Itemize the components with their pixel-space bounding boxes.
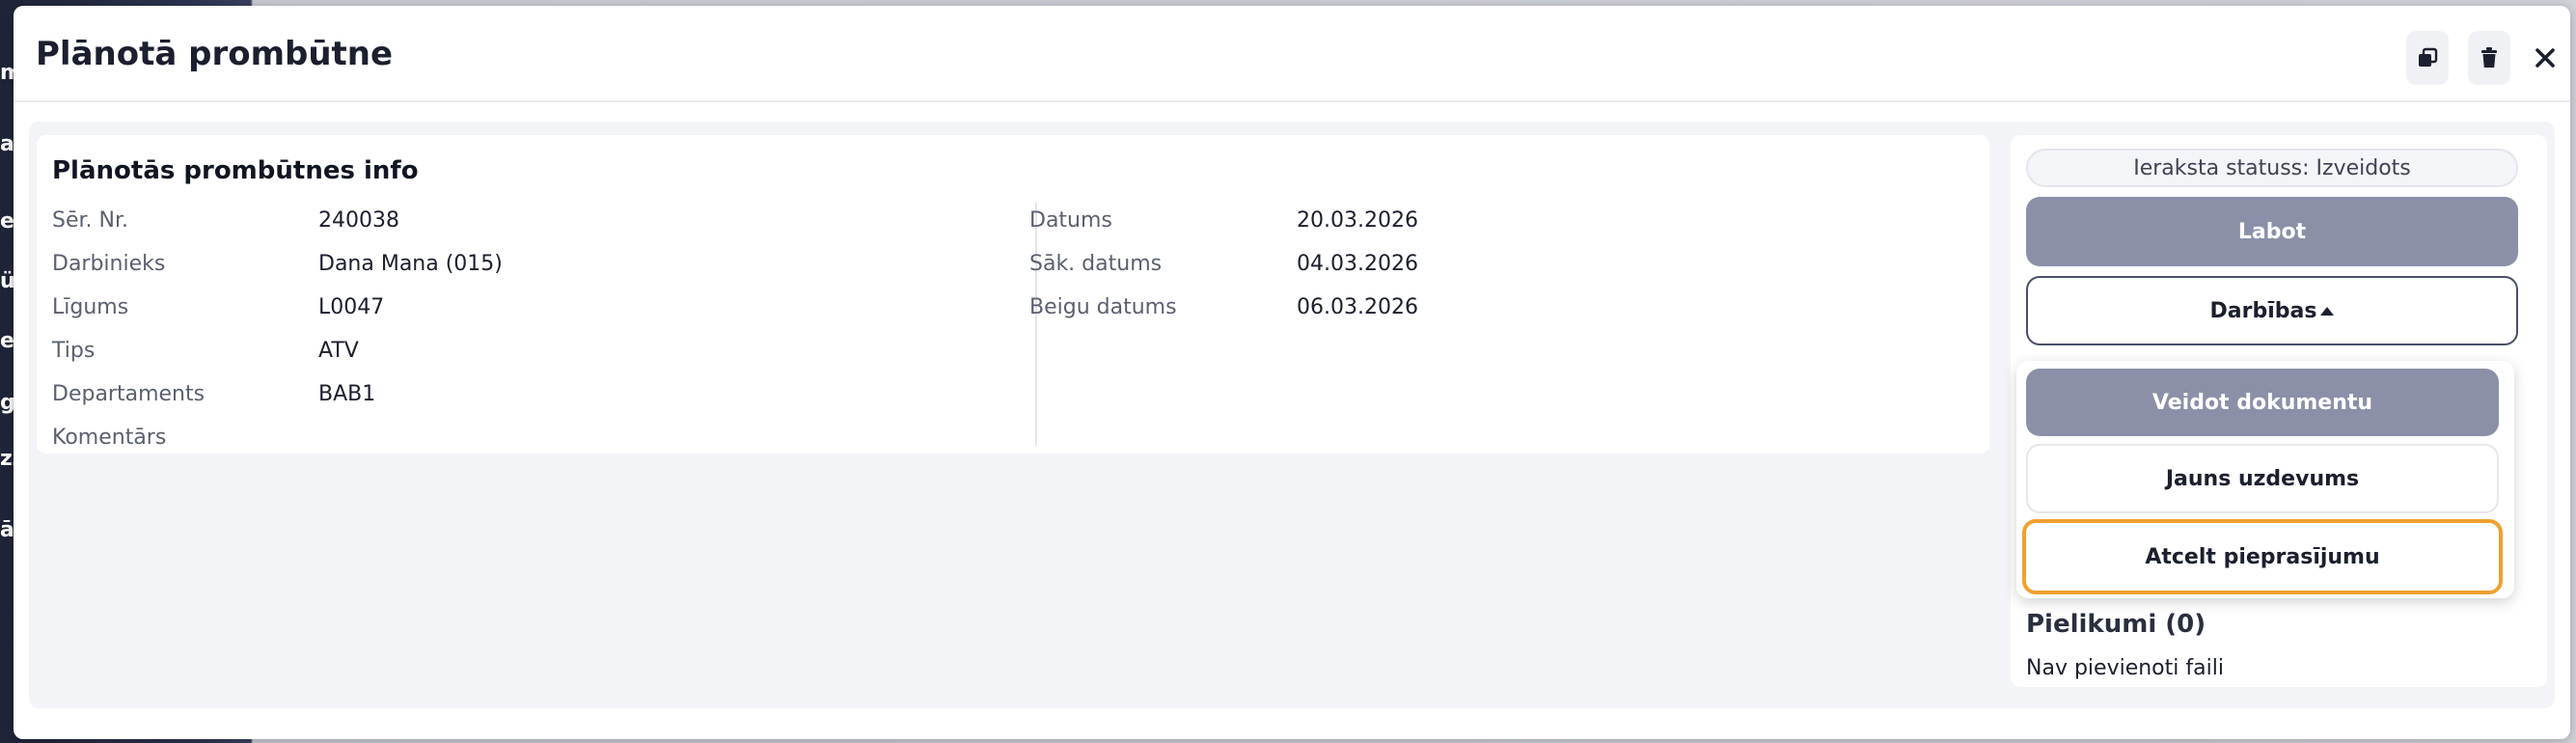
attachments-title: Pielikumi (0) bbox=[2026, 610, 2206, 639]
field-value: 04.03.2026 bbox=[1297, 252, 1418, 276]
field-value: Dana Mana (015) bbox=[318, 252, 503, 276]
close-icon bbox=[2535, 48, 2555, 68]
field-value: 20.03.2026 bbox=[1297, 208, 1418, 233]
delete-button[interactable] bbox=[2468, 31, 2510, 85]
close-button[interactable] bbox=[2524, 31, 2566, 85]
menu-item-cancel-request[interactable]: Atcelt pieprasījumu bbox=[2022, 519, 2503, 594]
menu-item-create-document[interactable]: Veidot dokumentu bbox=[2026, 369, 2499, 436]
absence-info-card: Plānotās prombūtnes info Sēr. Nr. 240038… bbox=[37, 135, 1989, 454]
edit-button[interactable]: Labot bbox=[2026, 197, 2518, 266]
field-label: Tips bbox=[52, 339, 96, 363]
trash-icon bbox=[2481, 47, 2497, 68]
field-label: Sēr. Nr. bbox=[52, 208, 128, 233]
actions-menu: Veidot dokumentu Jauns uzdevums Atcelt p… bbox=[2016, 361, 2514, 598]
field-value: ATV bbox=[318, 339, 359, 363]
field-label: Darbinieks bbox=[52, 252, 166, 276]
field-label: Beigu datums bbox=[1029, 295, 1177, 319]
field-value: 240038 bbox=[318, 208, 399, 233]
status-badge: Ieraksta statuss: Izveidots bbox=[2026, 149, 2518, 187]
modal-header: Plānotā prombūtne bbox=[14, 6, 2570, 102]
field-label: Datums bbox=[1029, 208, 1112, 233]
attachments-empty-text: Nav pievienoti faili bbox=[2026, 656, 2224, 680]
actions-dropdown-button[interactable]: Darbības bbox=[2026, 276, 2518, 345]
caret-up-icon bbox=[2320, 306, 2335, 316]
field-value: 06.03.2026 bbox=[1297, 295, 1418, 319]
column-divider bbox=[1035, 203, 1037, 446]
field-value: L0047 bbox=[318, 295, 385, 319]
menu-item-new-task[interactable]: Jauns uzdevums bbox=[2026, 444, 2499, 513]
field-label: Sāk. datums bbox=[1029, 252, 1163, 276]
copy-icon bbox=[2419, 47, 2438, 67]
section-title: Plānotās prombūtnes info bbox=[52, 156, 419, 185]
planned-absence-modal: Plānotā prombūtne Plānotās prombūtnes in… bbox=[14, 6, 2570, 739]
field-value: BAB1 bbox=[318, 382, 376, 406]
field-label: Līgums bbox=[52, 295, 129, 319]
field-label: Departaments bbox=[52, 382, 206, 406]
actions-label: Darbības bbox=[2209, 298, 2317, 323]
copy-button[interactable] bbox=[2406, 31, 2449, 85]
modal-title: Plānotā prombūtne bbox=[36, 35, 394, 73]
field-label: Komentārs bbox=[52, 426, 167, 450]
